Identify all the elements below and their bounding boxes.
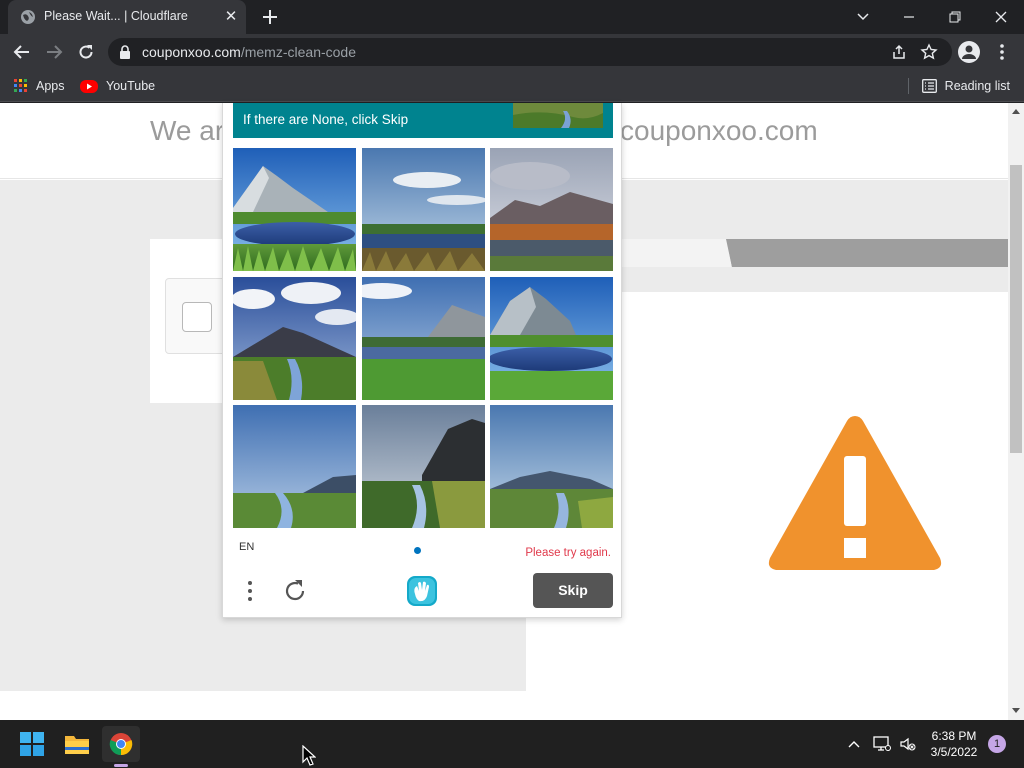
lock-icon[interactable] [118,44,132,60]
star-icon[interactable] [920,43,938,61]
challenge-image-4[interactable] [233,277,356,400]
windows-taskbar: 6:38 PM 3/5/2022 1 [0,720,1024,768]
scroll-thumb[interactable] [1010,165,1022,453]
url-text[interactable]: couponxoo.com/memz-clean-code [142,44,356,60]
challenge-image-1[interactable] [233,148,356,271]
address-bar[interactable]: couponxoo.com/memz-clean-code [108,38,952,66]
challenge-image-3[interactable] [490,148,613,271]
bookmark-youtube[interactable]: YouTube [80,76,155,96]
reload-icon [79,45,93,59]
reading-list-label: Reading list [944,79,1010,93]
chrome-icon [109,733,133,756]
restore-icon[interactable] [932,0,978,34]
challenge-menu-icon[interactable] [243,577,257,605]
challenge-prompt-text: If there are None, click Skip [243,112,409,127]
clock-date: 3/5/2022 [930,745,978,759]
error-message: Please try again. [525,547,611,559]
progress-bar-cap [622,239,732,267]
close-window-icon[interactable] [978,0,1024,34]
active-app-indicator [114,764,128,767]
bookmark-apps-label: Apps [36,79,65,93]
globe-icon [21,10,35,24]
page-title-right: couponxoo.com [620,115,818,146]
apps-grid-icon [14,79,27,92]
volume-muted-icon[interactable] [898,734,918,754]
challenge-image-8[interactable] [362,405,485,528]
mouse-cursor-icon [302,745,316,766]
browser-menu-icon[interactable] [996,43,1008,61]
forward-button[interactable] [41,39,67,65]
challenge-image-5[interactable] [362,277,485,400]
chrome-taskbar-button[interactable] [102,726,140,762]
hcaptcha-checkbox[interactable] [182,302,212,332]
minimize-icon[interactable] [886,0,932,34]
challenge-prompt: If there are None, click Skip [233,103,613,138]
speaker-icon [900,737,916,751]
close-tab-icon[interactable]: ✕ [222,8,240,26]
reading-list-button[interactable]: Reading list [907,76,1010,96]
page-title-left: We ar [150,115,225,146]
notification-badge[interactable]: 1 [988,735,1006,753]
share-icon[interactable] [890,43,908,61]
bookmark-apps[interactable]: Apps [14,76,65,96]
tab-search-icon[interactable] [840,0,886,34]
example-image [513,103,603,128]
show-hidden-icons[interactable] [844,734,864,754]
scroll-down-arrow-icon[interactable] [1012,708,1020,713]
profile-avatar[interactable] [958,41,980,63]
reload-button[interactable] [73,39,99,65]
content-footer [0,691,526,720]
youtube-icon [80,79,98,93]
bookmark-youtube-label: YouTube [106,79,156,93]
refresh-challenge-icon[interactable] [281,577,309,605]
bookmark-separator [907,78,909,94]
forward-arrow-icon [47,45,63,59]
chevron-up-icon [848,741,860,748]
tab-strip: Please Wait... | Cloudflare ✕ [0,0,1024,34]
hcaptcha-challenge: If there are None, click Skip EN Please … [222,103,622,618]
challenge-progress-dot [414,547,421,554]
back-arrow-icon [13,45,29,59]
challenge-image-2[interactable] [362,148,485,271]
page-scrollbar[interactable] [1008,103,1024,720]
language-selector[interactable]: EN [239,541,254,553]
clock-time: 6:38 PM [931,729,977,743]
windows-logo-icon [20,732,44,756]
start-button[interactable] [13,726,51,762]
browser-tab[interactable]: Please Wait... | Cloudflare ✕ [8,0,246,34]
scroll-up-arrow-icon[interactable] [1012,109,1020,114]
network-icon[interactable] [872,734,892,754]
tab-title: Please Wait... | Cloudflare [44,9,188,23]
system-clock[interactable]: 6:38 PM 3/5/2022 [922,728,986,760]
browser-toolbar: couponxoo.com/memz-clean-code [0,34,1024,70]
challenge-image-grid [233,148,613,528]
hcaptcha-logo-icon[interactable] [405,574,439,608]
challenge-image-9[interactable] [490,405,613,528]
bookmarks-bar: Apps YouTube Reading list [0,70,1024,102]
new-tab-icon[interactable] [258,5,282,29]
skip-button[interactable]: Skip [533,573,613,608]
monitor-network-icon [873,736,891,751]
folder-icon [65,736,89,754]
person-icon [962,45,976,59]
file-explorer-button[interactable] [58,726,96,762]
back-button[interactable] [9,39,35,65]
warning-icon [768,416,942,570]
challenge-image-6[interactable] [490,277,613,400]
challenge-image-7[interactable] [233,405,356,528]
reading-list-icon [921,79,937,93]
